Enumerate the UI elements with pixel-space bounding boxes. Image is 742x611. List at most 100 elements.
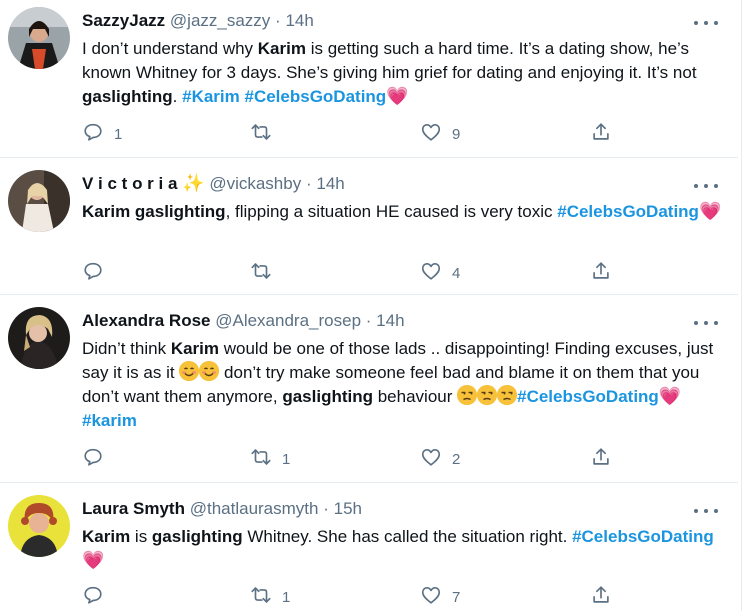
tweet-header: V i c t o r i a ✨ @vickashby · 14h bbox=[82, 173, 345, 195]
timestamp[interactable]: 14h bbox=[376, 311, 404, 330]
highlighted-keyword: gaslighting bbox=[151, 527, 243, 546]
tweet[interactable]: V i c t o r i a ✨ @vickashby · 14h Karim… bbox=[0, 158, 738, 295]
tweet-text: Didn’t think Karim would be one of those… bbox=[82, 337, 732, 433]
share-button[interactable] bbox=[590, 584, 612, 611]
retweet-count: 1 bbox=[282, 451, 291, 468]
author-handle[interactable]: @thatlaurasmyth bbox=[190, 499, 319, 518]
avatar[interactable] bbox=[8, 307, 70, 369]
reply-button[interactable]: 1 bbox=[82, 121, 122, 148]
tweet-text-run: is bbox=[130, 527, 152, 546]
tweet[interactable]: SazzyJazz @jazz_sazzy · 14h I don’t unde… bbox=[0, 0, 738, 158]
avatar[interactable] bbox=[8, 495, 70, 557]
like-count: 7 bbox=[452, 589, 461, 606]
hashtag-link[interactable]: #Karim bbox=[182, 87, 240, 106]
like-button[interactable]: 9 bbox=[420, 121, 460, 148]
retweet-icon bbox=[250, 260, 272, 287]
unamused-face-icon bbox=[477, 385, 498, 405]
separator: · bbox=[323, 499, 329, 518]
tweet-text-run: Didn’t think bbox=[82, 339, 171, 358]
hashtag-link[interactable]: #CelebsGoDating bbox=[557, 202, 699, 221]
share-icon bbox=[590, 584, 612, 611]
like-button[interactable]: 2 bbox=[420, 446, 460, 473]
like-count: 9 bbox=[452, 126, 461, 143]
avatar[interactable] bbox=[8, 7, 70, 69]
reply-count: 1 bbox=[114, 126, 123, 143]
smiling-face-icon bbox=[199, 361, 220, 381]
tweet-text: Karim is gaslighting Whitney. She has ca… bbox=[82, 525, 732, 573]
tweet-text: Karim gaslighting, flipping a situation … bbox=[82, 200, 732, 224]
tweet-text-run: . bbox=[172, 87, 183, 106]
like-button[interactable]: 4 bbox=[420, 260, 460, 287]
more-icon[interactable] bbox=[694, 503, 718, 519]
share-button[interactable] bbox=[590, 446, 612, 473]
tweet-header: SazzyJazz @jazz_sazzy · 14h bbox=[82, 10, 314, 32]
avatar[interactable] bbox=[8, 170, 70, 232]
hashtag-link[interactable]: #CelebsGoDating bbox=[517, 387, 659, 406]
author-handle[interactable]: @vickashby bbox=[209, 174, 301, 193]
tweet-text-run: Whitney. She has called the situation ri… bbox=[242, 527, 573, 546]
retweet-count: 1 bbox=[282, 589, 291, 606]
separator: · bbox=[275, 11, 281, 30]
like-button[interactable]: 7 bbox=[420, 584, 460, 611]
tweet-text-run: behaviour bbox=[373, 387, 458, 406]
reply-icon bbox=[82, 584, 104, 611]
more-icon[interactable] bbox=[694, 15, 718, 31]
share-button[interactable] bbox=[590, 260, 612, 287]
timestamp[interactable]: 14h bbox=[316, 174, 344, 193]
author-handle[interactable]: @jazz_sazzy bbox=[170, 11, 270, 30]
like-icon bbox=[420, 121, 442, 148]
share-icon bbox=[590, 260, 612, 287]
retweet-button[interactable] bbox=[250, 121, 282, 148]
share-icon bbox=[590, 446, 612, 473]
author-handle[interactable]: @Alexandra_rosep bbox=[215, 311, 361, 330]
reply-button[interactable] bbox=[82, 584, 114, 611]
hashtag-link[interactable]: #CelebsGoDating bbox=[572, 527, 714, 546]
timestamp[interactable]: 15h bbox=[334, 499, 362, 518]
author-name[interactable]: V i c t o r i a bbox=[82, 174, 177, 193]
tweet[interactable]: Laura Smyth @thatlaurasmyth · 15h Karim … bbox=[0, 483, 738, 611]
like-icon bbox=[420, 446, 442, 473]
more-icon[interactable] bbox=[694, 178, 718, 194]
highlighted-keyword: gaslighting bbox=[82, 87, 173, 106]
sparkling-heart-icon: 💗 bbox=[698, 201, 722, 222]
tweet-text: I don’t understand why Karim is getting … bbox=[82, 37, 732, 109]
reply-button[interactable] bbox=[82, 260, 114, 287]
smiling-face-icon bbox=[179, 361, 200, 381]
retweet-icon bbox=[250, 584, 272, 611]
tweet[interactable]: Alexandra Rose @Alexandra_rosep · 14h Di… bbox=[0, 295, 738, 483]
share-button[interactable] bbox=[590, 121, 612, 148]
timestamp[interactable]: 14h bbox=[285, 11, 313, 30]
tweet-actions: 4 bbox=[82, 260, 622, 284]
highlighted-keyword: Karim gaslighting bbox=[82, 202, 226, 221]
tweet-header: Laura Smyth @thatlaurasmyth · 15h bbox=[82, 498, 362, 520]
hashtag-link[interactable]: #karim bbox=[82, 411, 137, 430]
sparkling-heart-icon: 💗 bbox=[658, 386, 682, 407]
like-count: 2 bbox=[452, 451, 461, 468]
reply-button[interactable] bbox=[82, 446, 114, 473]
reply-icon bbox=[82, 260, 104, 287]
reply-icon bbox=[82, 446, 104, 473]
tweet-text-run: , flipping a situation HE caused is very… bbox=[225, 202, 558, 221]
retweet-button[interactable]: 1 bbox=[250, 584, 290, 611]
reply-icon bbox=[82, 121, 104, 148]
tweet-text-run: I don’t understand why bbox=[82, 39, 258, 58]
share-icon bbox=[590, 121, 612, 148]
retweet-icon bbox=[250, 446, 272, 473]
sparkling-heart-icon: 💗 bbox=[82, 550, 105, 571]
retweet-button[interactable]: 1 bbox=[250, 446, 290, 473]
more-icon[interactable] bbox=[694, 315, 718, 331]
author-name[interactable]: Alexandra Rose bbox=[82, 311, 211, 330]
retweet-icon bbox=[250, 121, 272, 148]
separator: · bbox=[365, 311, 372, 330]
tweet-header: Alexandra Rose @Alexandra_rosep · 14h bbox=[82, 310, 405, 332]
hashtag-link[interactable]: #CelebsGoDating bbox=[245, 87, 387, 106]
unamused-face-icon bbox=[457, 385, 478, 405]
sparkles-icon: ✨ bbox=[182, 173, 205, 194]
tweet-feed: SazzyJazz @jazz_sazzy · 14h I don’t unde… bbox=[0, 0, 742, 611]
separator: · bbox=[305, 174, 312, 193]
author-name[interactable]: Laura Smyth bbox=[82, 499, 185, 518]
unamused-face-icon bbox=[497, 385, 518, 405]
retweet-button[interactable] bbox=[250, 260, 282, 287]
author-name[interactable]: SazzyJazz bbox=[82, 11, 165, 30]
like-icon bbox=[420, 584, 442, 611]
